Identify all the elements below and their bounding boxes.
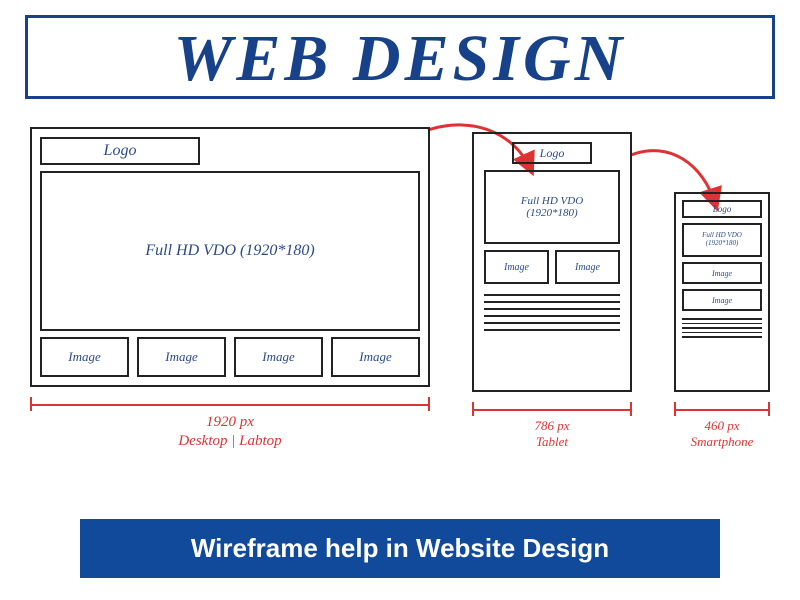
desktop-thumb: Image: [234, 337, 323, 377]
desktop-ruler: 1920 px Desktop | Labtop: [30, 397, 430, 451]
phone-text-lines: [682, 318, 762, 338]
device-desktop: Logo Full HD VDO (1920*180) Image Image …: [30, 127, 430, 451]
desktop-width-label: 1920 px: [206, 414, 254, 430]
desktop-frame: Logo Full HD VDO (1920*180) Image Image …: [30, 127, 430, 387]
device-tablet: Logo Full HD VDO (1920*180) Image Image …: [472, 132, 632, 451]
tablet-thumb: Image: [555, 250, 620, 284]
tablet-hero-box: Full HD VDO (1920*180): [484, 170, 620, 244]
tablet-hero-line1: Full HD VDO: [521, 195, 583, 207]
phone-width-label: 460 px: [704, 418, 739, 433]
tablet-ruler: 786 px Tablet: [472, 402, 632, 451]
phone-hero-line2: (1920*180): [706, 240, 739, 248]
tablet-logo-box: Logo: [512, 142, 592, 164]
phone-thumb: Image: [682, 289, 762, 311]
phone-hero-box: Full HD VDO (1920*180): [682, 223, 762, 257]
phone-logo-box: Logo: [682, 200, 762, 218]
desktop-hero-box: Full HD VDO (1920*180): [40, 171, 420, 331]
tablet-thumb-row: Image Image: [484, 250, 620, 284]
caption-text: Wireframe help in Website Design: [191, 533, 609, 563]
device-phone: Logo Full HD VDO (1920*180) Image Image …: [674, 192, 770, 451]
phone-thumb: Image: [682, 262, 762, 284]
desktop-thumb: Image: [137, 337, 226, 377]
caption-banner: Wireframe help in Website Design: [80, 519, 720, 578]
tablet-thumb: Image: [484, 250, 549, 284]
desktop-thumb: Image: [40, 337, 129, 377]
tablet-width-label: 786 px: [534, 418, 569, 433]
tablet-device-label: Tablet: [536, 434, 568, 449]
desktop-device-label: Desktop | Labtop: [178, 433, 281, 449]
phone-ruler: 460 px Smartphone: [674, 402, 770, 451]
tablet-text-lines: [484, 294, 620, 331]
title-box: WEB DESIGN: [25, 15, 775, 99]
phone-device-label: Smartphone: [691, 434, 754, 449]
devices-row: Logo Full HD VDO (1920*180) Image Image …: [25, 127, 775, 451]
desktop-logo-box: Logo: [40, 137, 200, 165]
desktop-thumb: Image: [331, 337, 420, 377]
page-title: WEB DESIGN: [174, 22, 627, 95]
tablet-frame: Logo Full HD VDO (1920*180) Image Image: [472, 132, 632, 392]
phone-frame: Logo Full HD VDO (1920*180) Image Image: [674, 192, 770, 392]
tablet-hero-line2: (1920*180): [526, 207, 577, 219]
desktop-thumb-row: Image Image Image Image: [40, 337, 420, 377]
